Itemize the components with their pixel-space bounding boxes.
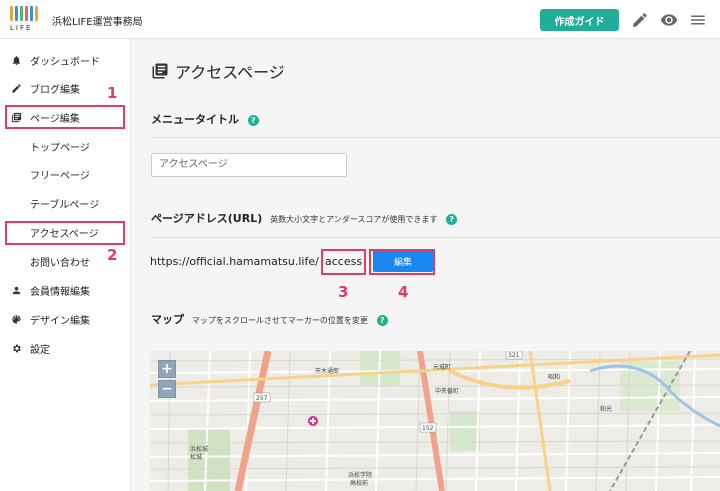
url-note: 英数大小文字とアンダースコアが使用できます bbox=[270, 215, 438, 224]
menu-icon[interactable] bbox=[689, 11, 707, 29]
map-label: 高校前 bbox=[350, 479, 368, 487]
help-icon[interactable]: ? bbox=[376, 314, 388, 326]
sidebar-item-label: デザイン編集 bbox=[30, 315, 90, 327]
divider bbox=[151, 237, 720, 238]
page-header: アクセスページ bbox=[151, 59, 285, 83]
callout-number: 3 bbox=[338, 283, 349, 301]
url-label: ページアドレス(URL) bbox=[151, 212, 263, 225]
map-label: 浜松学院 bbox=[348, 471, 372, 479]
menu-title-section-label: メニュータイトル ? bbox=[151, 111, 259, 127]
palette-icon bbox=[11, 314, 22, 325]
map-view[interactable]: 257 152 321 市木通郎 中央番町 浜松学院 高校前 元城町 和光 浜松… bbox=[150, 351, 720, 491]
sidebar-item-label: ダッシュボード bbox=[30, 56, 100, 68]
pencil-icon bbox=[11, 83, 22, 94]
highlight-box bbox=[321, 249, 366, 275]
highlight-box bbox=[5, 105, 125, 129]
sidebar-item-label: 設定 bbox=[30, 344, 50, 356]
map-section-label: マップ マップをスクロールさせてマーカーの位置を変更 ? bbox=[151, 311, 388, 327]
sidebar-item-label: テーブルページ bbox=[30, 199, 100, 211]
map-note: マップをスクロールさせてマーカーの位置を変更 bbox=[191, 316, 368, 325]
map-label: 321 bbox=[508, 352, 520, 359]
pages-icon bbox=[152, 63, 168, 79]
url-section-label: ページアドレス(URL) 英数大小文字とアンダースコアが使用できます ? bbox=[151, 210, 458, 226]
sidebar-item-label: ブログ編集 bbox=[30, 84, 80, 96]
zoom-out-button[interactable]: − bbox=[158, 380, 176, 398]
menu-title-input[interactable]: アクセスページ bbox=[151, 153, 347, 177]
highlight-box bbox=[369, 249, 435, 275]
site-name: 浜松LIFE運営事務局 bbox=[52, 17, 143, 28]
zoom-in-button[interactable]: + bbox=[158, 360, 176, 378]
sidebar-item-dashboard[interactable]: ダッシュボード bbox=[0, 49, 131, 71]
map-label: 和光 bbox=[600, 405, 612, 413]
sidebar-item-label: トップページ bbox=[30, 142, 90, 154]
sidebar-item-design[interactable]: デザイン編集 bbox=[0, 308, 131, 330]
callout-number: 1 bbox=[107, 84, 118, 102]
sidebar-item-table-page[interactable]: テーブルページ bbox=[0, 192, 131, 214]
map-label: 浜松城 bbox=[190, 445, 208, 453]
top-header: LIFE 浜松LIFE運営事務局 作成ガイド bbox=[0, 0, 720, 39]
map-label: 257 bbox=[256, 395, 268, 402]
sidebar-item-top-page[interactable]: トップページ bbox=[0, 135, 131, 157]
pencil-icon[interactable] bbox=[631, 11, 649, 29]
map-label: マップ bbox=[151, 313, 184, 326]
highlight-box bbox=[5, 221, 125, 245]
sidebar-item-label: 会員情報編集 bbox=[30, 286, 90, 298]
gear-icon bbox=[11, 343, 22, 354]
menu-title-label: メニュータイトル bbox=[151, 113, 239, 126]
map-label: 市木通郎 bbox=[315, 367, 339, 375]
guide-button[interactable]: 作成ガイド bbox=[540, 9, 619, 31]
sidebar-item-label: フリーページ bbox=[30, 170, 90, 182]
sidebar-item-free-page[interactable]: フリーページ bbox=[0, 163, 131, 185]
map-label: 152 bbox=[422, 425, 434, 432]
bell-icon bbox=[11, 55, 22, 66]
map-label: 昭和 bbox=[548, 373, 560, 381]
sidebar-item-settings[interactable]: 設定 bbox=[0, 337, 131, 359]
help-icon[interactable]: ? bbox=[446, 213, 458, 225]
divider bbox=[151, 137, 720, 138]
eye-icon[interactable] bbox=[660, 11, 678, 29]
help-icon[interactable]: ? bbox=[247, 114, 259, 126]
sidebar-item-member[interactable]: 会員情報編集 bbox=[0, 279, 131, 301]
site-logo[interactable]: LIFE bbox=[10, 6, 44, 34]
page-title: アクセスページ bbox=[175, 63, 285, 82]
callout-number: 4 bbox=[398, 283, 409, 301]
map-label: 松城 bbox=[190, 453, 202, 461]
map-label: 中央番町 bbox=[435, 387, 459, 395]
map-tiles: 257 152 321 市木通郎 中央番町 浜松学院 高校前 元城町 和光 浜松… bbox=[150, 351, 720, 491]
url-prefix: https://official.hamamatsu.life/ bbox=[150, 255, 319, 268]
map-label: 元城町 bbox=[433, 364, 451, 371]
person-icon bbox=[11, 285, 22, 296]
callout-number: 2 bbox=[107, 246, 118, 264]
logo-text: LIFE bbox=[10, 24, 33, 32]
sidebar-item-label: お問い合わせ bbox=[30, 257, 90, 269]
